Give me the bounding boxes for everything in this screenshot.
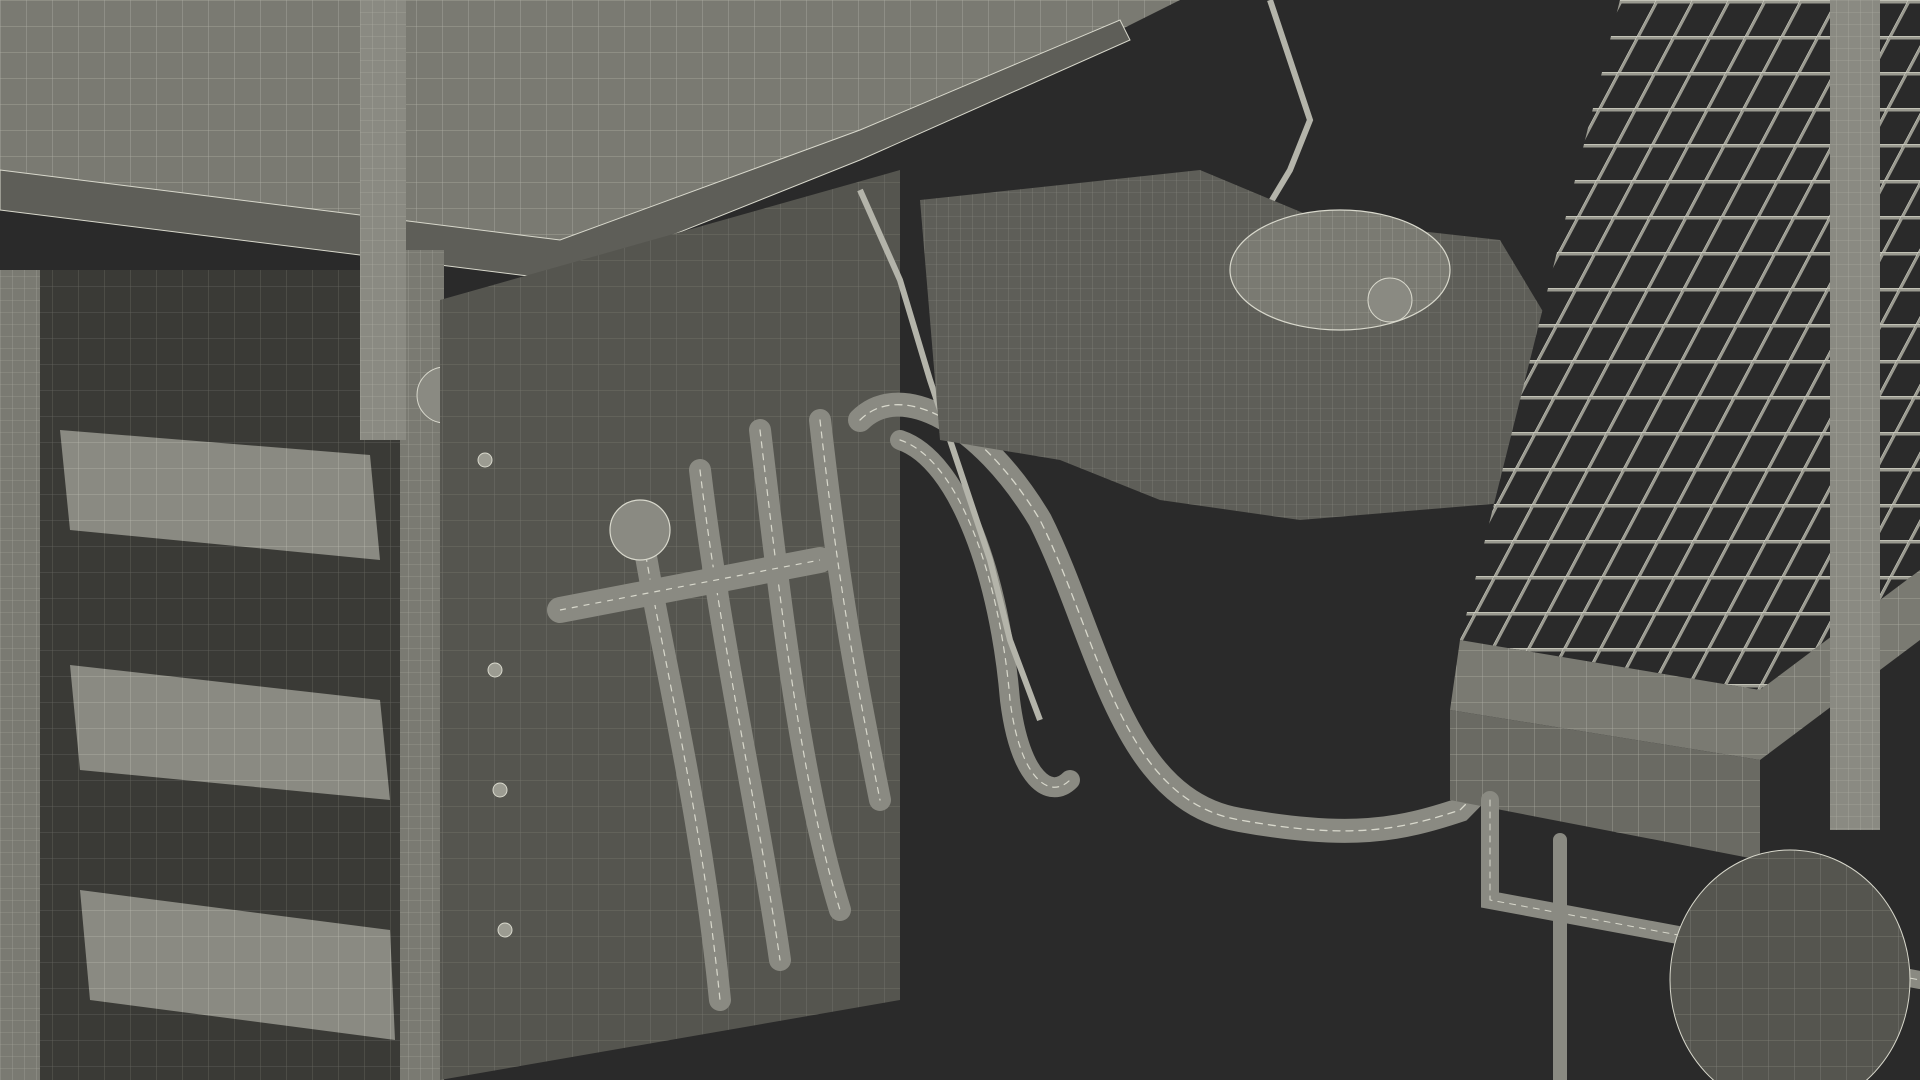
handrail-post-right — [1830, 0, 1880, 830]
wireframe-render-viewport — [0, 0, 1920, 1080]
